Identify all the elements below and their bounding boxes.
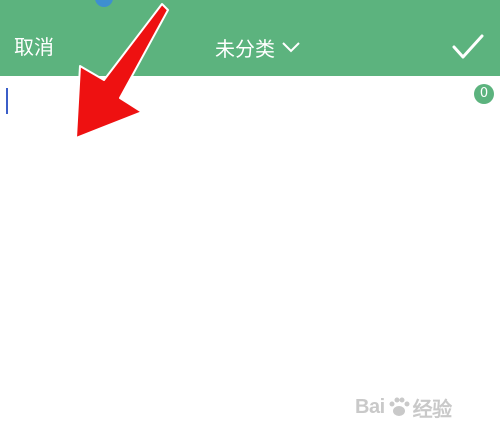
note-editor[interactable]: 0: [0, 76, 500, 436]
check-icon: [452, 34, 484, 59]
category-selector[interactable]: 未分类: [215, 30, 301, 64]
watermark-text-right: 经验: [412, 398, 453, 421]
character-count-badge: 0: [474, 84, 494, 104]
text-cursor: [6, 88, 8, 114]
confirm-button[interactable]: [448, 30, 488, 64]
category-label: 未分类: [215, 36, 275, 61]
chevron-down-icon: [282, 42, 300, 53]
watermark-text-left: Bai: [355, 395, 385, 418]
baidu-jingyan-watermark: Bai 经验: [355, 390, 475, 424]
status-indicator-icon: [95, 0, 113, 7]
cancel-button[interactable]: 取消: [14, 30, 54, 64]
top-bar: 取消 未分类: [0, 0, 500, 76]
paw-icon: [389, 397, 410, 416]
